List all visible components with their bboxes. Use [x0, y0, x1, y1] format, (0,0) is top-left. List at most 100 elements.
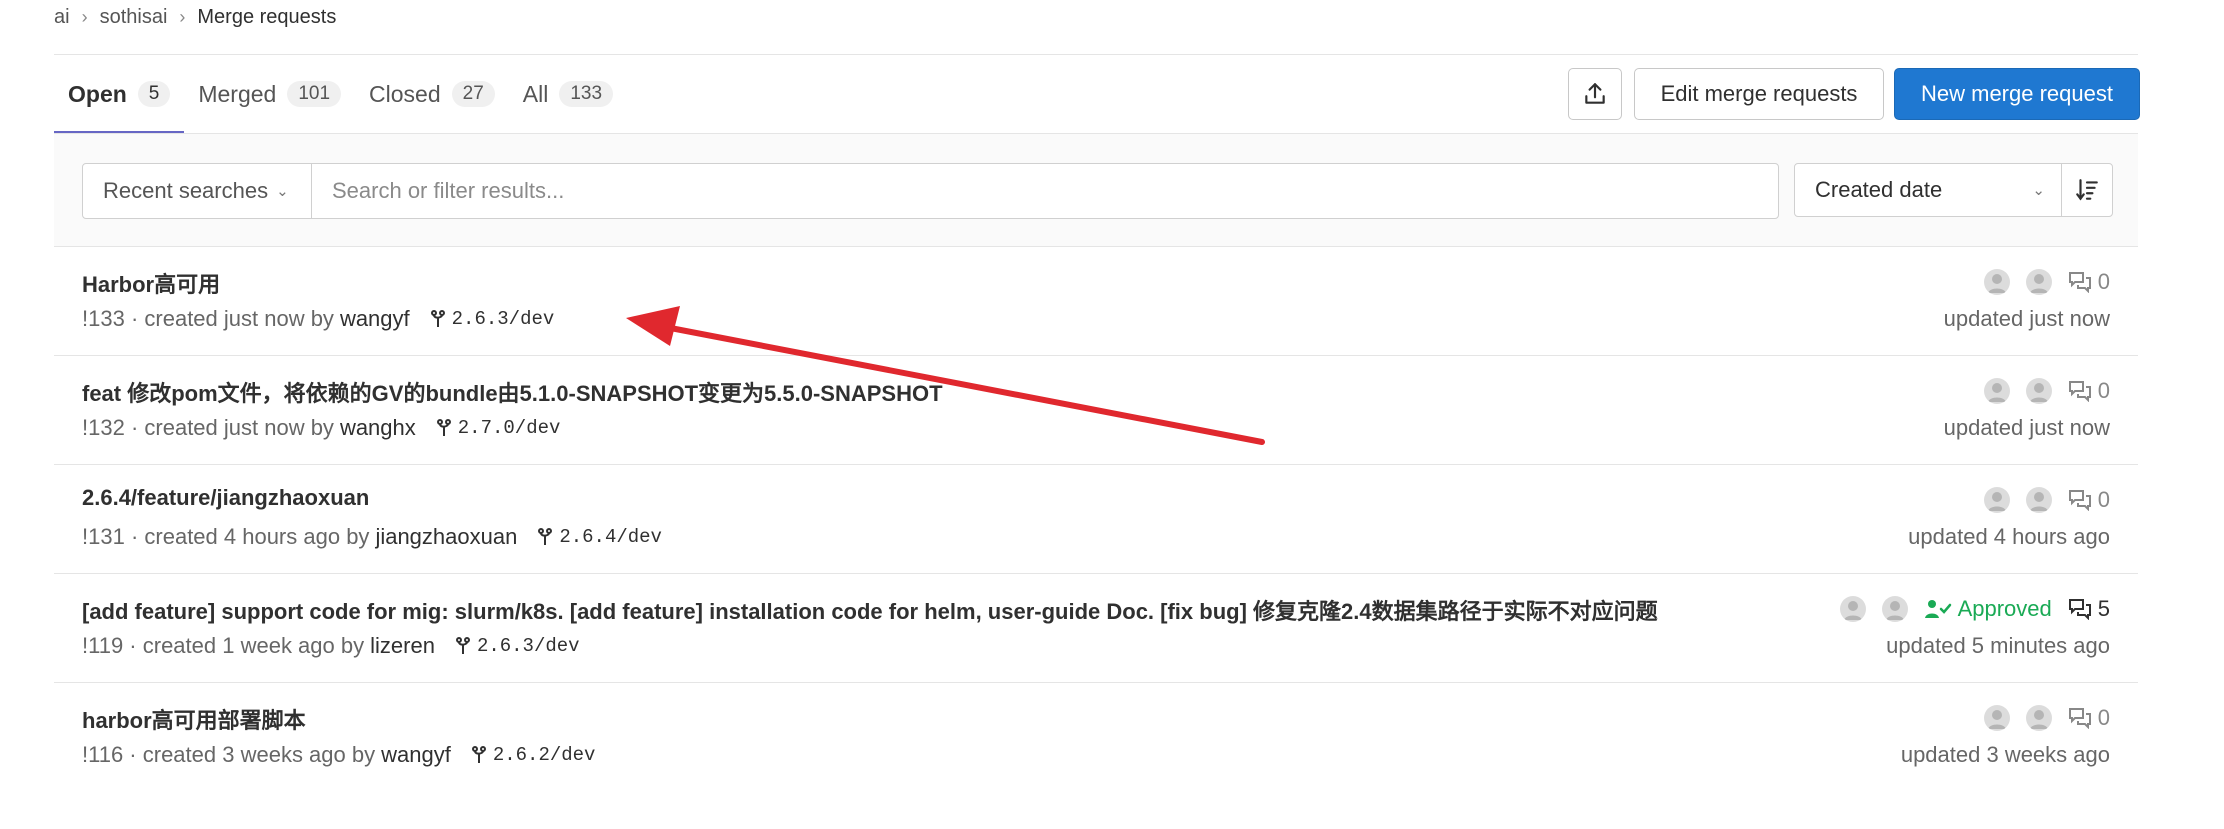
comments-count[interactable]: 0 — [2068, 705, 2110, 731]
branch-icon — [436, 419, 451, 436]
merge-request-ref: !132 — [82, 415, 125, 440]
user-icon — [2029, 274, 2048, 293]
merge-request-title[interactable]: [add feature] support code for mig: slur… — [82, 594, 1658, 626]
target-branch-name: 2.6.4/dev — [559, 526, 662, 548]
merge-request-created: created just now by — [144, 306, 334, 331]
merge-request-author[interactable]: wangyf — [340, 306, 410, 332]
comments-icon — [2068, 708, 2091, 729]
merge-request-author[interactable]: lizeren — [370, 633, 435, 659]
reviewer-avatar[interactable] — [1881, 596, 1908, 622]
target-branch[interactable]: 2.7.0/dev — [436, 417, 560, 439]
merge-request-title[interactable]: Harbor高可用 — [82, 267, 220, 299]
filtered-search-box: Recent searches ⌄ — [82, 163, 1779, 219]
merge-request-updated: updated just now — [1943, 415, 2110, 440]
merge-request-status: 0 — [1983, 705, 2110, 731]
tab-all-count: 133 — [559, 81, 614, 107]
reviewer-avatar[interactable] — [2025, 705, 2052, 731]
comments-icon — [2068, 381, 2091, 402]
merge-request-meta: !132 · created just now by wanghx 2.7.0/… — [82, 415, 560, 441]
recent-searches-label: Recent searches — [103, 178, 269, 203]
reviewer-avatar[interactable] — [2025, 269, 2052, 295]
merge-request-item: harbor高可用部署脚本 !116 · created 3 weeks ago… — [54, 683, 2138, 792]
assignee-avatar[interactable] — [1983, 487, 2010, 513]
assignee-avatar[interactable] — [1983, 378, 2010, 404]
merge-request-updated: updated 3 weeks ago — [1900, 742, 2110, 767]
user-icon — [1987, 274, 2006, 293]
target-branch[interactable]: 2.6.2/dev — [471, 744, 596, 766]
sort-direction-button[interactable] — [2061, 163, 2113, 217]
merge-request-status: 0 — [1983, 378, 2110, 404]
user-icon — [2029, 492, 2048, 511]
comments-icon — [2068, 599, 2091, 620]
user-icon — [2029, 710, 2048, 729]
assignee-avatar[interactable] — [1983, 705, 2010, 731]
tab-open-count: 5 — [137, 81, 171, 107]
merge-request-author[interactable]: wanghx — [340, 415, 416, 441]
tab-closed-count: 27 — [451, 81, 495, 107]
edit-merge-requests-button[interactable]: Edit merge requests — [1634, 68, 1884, 120]
comments-count-value: 5 — [2097, 596, 2110, 621]
approved-status[interactable]: Approved — [1924, 596, 2052, 622]
tab-merged-count: 101 — [287, 81, 342, 107]
comments-icon — [2068, 272, 2091, 293]
search-input[interactable] — [312, 164, 1778, 218]
target-branch[interactable]: 2.6.3/dev — [430, 308, 554, 330]
merge-request-created: created 1 week ago by — [142, 633, 365, 658]
sort-dropdown[interactable]: Created date ⌄ — [1794, 163, 2062, 217]
comments-count[interactable]: 0 — [2068, 269, 2110, 295]
meta-separator: · — [124, 415, 145, 440]
target-branch[interactable]: 2.6.4/dev — [537, 526, 662, 548]
tab-merged-label: Merged — [198, 80, 277, 107]
user-icon — [1987, 383, 2006, 402]
export-button[interactable] — [1568, 68, 1622, 120]
comments-count[interactable]: 0 — [2068, 378, 2110, 404]
sort-descending-icon — [2076, 179, 2098, 201]
merge-request-title[interactable]: 2.6.4/feature/jiangzhaoxuan — [82, 485, 369, 511]
merge-request-updated: updated 5 minutes ago — [1886, 633, 2110, 658]
new-merge-request-button[interactable]: New merge request — [1894, 68, 2140, 120]
branch-icon — [471, 746, 486, 763]
merge-request-title[interactable]: harbor高可用部署脚本 — [82, 703, 306, 735]
approved-label: Approved — [1957, 596, 2052, 621]
merge-request-ref: !133 — [82, 306, 125, 331]
merge-request-created: created 4 hours ago by — [144, 524, 370, 549]
merge-request-ref: !131 — [82, 524, 125, 549]
chevron-down-icon: ⌄ — [2032, 182, 2045, 199]
comments-count[interactable]: 5 — [2068, 596, 2110, 622]
reviewer-avatar[interactable] — [2025, 378, 2052, 404]
chevron-right-icon: › — [179, 6, 186, 27]
merge-request-created: created 3 weeks ago by — [142, 742, 376, 767]
tab-merged[interactable]: Merged 101 — [184, 55, 355, 133]
target-branch[interactable]: 2.6.3/dev — [455, 635, 580, 657]
export-icon — [1585, 83, 1605, 104]
merge-request-title[interactable]: feat 修改pom文件，将依赖的GV的bundle由5.1.0-SNAPSHO… — [82, 376, 943, 408]
target-branch-name: 2.6.2/dev — [492, 744, 596, 766]
reviewer-avatar[interactable] — [2025, 487, 2052, 513]
user-icon — [1987, 492, 2006, 511]
comments-count-value: 0 — [2097, 378, 2110, 403]
assignee-avatar[interactable] — [1983, 269, 2010, 295]
tab-all-label: All — [522, 80, 549, 107]
merge-request-meta: !131 · created 4 hours ago by jiangzhaox… — [82, 524, 662, 550]
merge-request-meta: !133 · created just now by wangyf 2.6.3/… — [82, 306, 554, 332]
merge-request-created: created just now by — [144, 415, 334, 440]
state-tabs: Open 5 Merged 101 Closed 27 All 133 — [54, 55, 627, 134]
tab-closed[interactable]: Closed 27 — [355, 55, 509, 133]
comments-icon — [2068, 490, 2091, 511]
merge-request-author[interactable]: jiangzhaoxuan — [375, 524, 517, 550]
meta-separator: · — [123, 742, 143, 767]
breadcrumb-item-current[interactable]: Merge requests — [197, 6, 336, 29]
assignee-avatar[interactable] — [1839, 596, 1866, 622]
breadcrumb-item-group[interactable]: ai — [54, 6, 70, 29]
recent-searches-dropdown[interactable]: Recent searches ⌄ — [83, 164, 312, 218]
branch-icon — [538, 528, 553, 545]
tab-all[interactable]: All 133 — [509, 55, 627, 133]
merge-request-author[interactable]: wangyf — [381, 742, 451, 768]
tab-open[interactable]: Open 5 — [54, 55, 185, 134]
merge-request-updated: updated 4 hours ago — [1908, 524, 2110, 549]
branch-icon — [455, 637, 470, 654]
comments-count[interactable]: 0 — [2068, 487, 2110, 513]
breadcrumb-item-project[interactable]: sothisai — [100, 6, 168, 29]
merge-request-ref: !119 — [82, 633, 124, 658]
user-icon — [1885, 601, 1904, 620]
